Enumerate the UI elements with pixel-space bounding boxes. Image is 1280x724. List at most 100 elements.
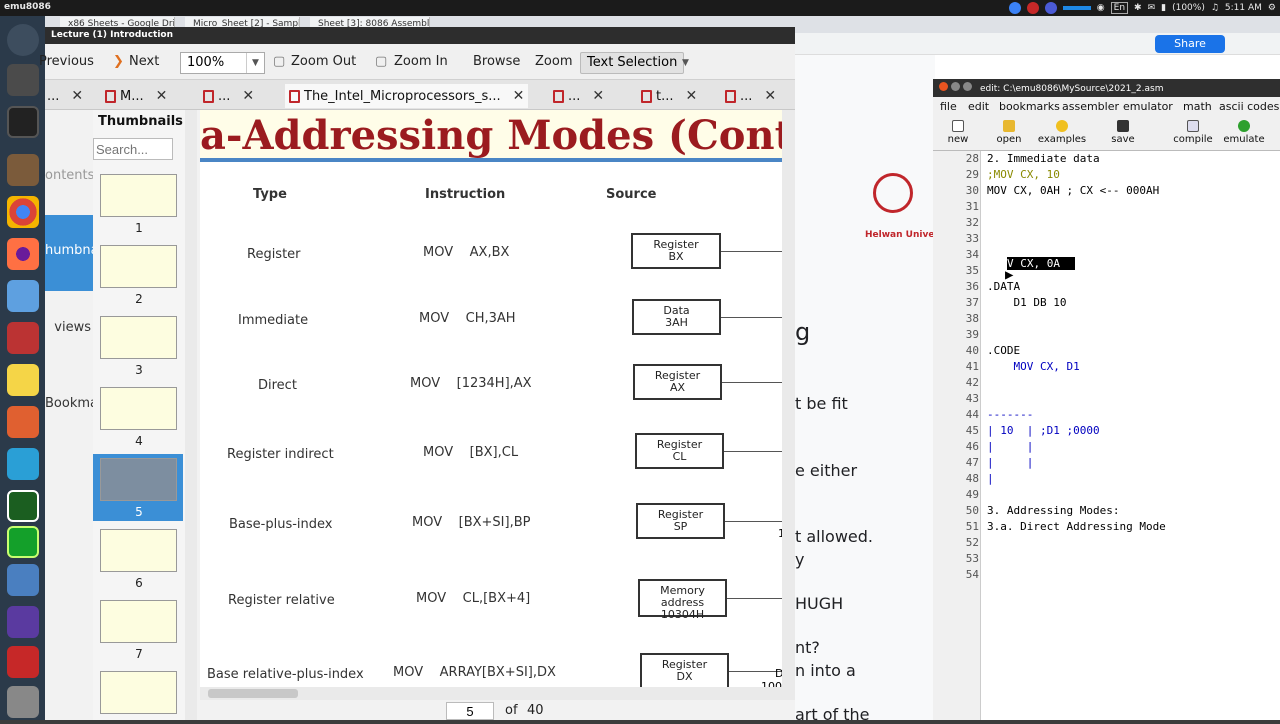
terminal-icon[interactable] (7, 106, 39, 138)
examples-button[interactable]: examples (1034, 120, 1090, 145)
code-line[interactable]: ------- (987, 408, 1033, 421)
close-icon[interactable]: ✕ (156, 88, 168, 104)
volume-icon[interactable]: ♫ (1211, 3, 1219, 13)
open-button[interactable]: open (984, 120, 1034, 145)
bluetooth-icon[interactable]: ✱ (1134, 3, 1142, 13)
wifi-icon[interactable]: ◉ (1097, 3, 1105, 13)
pdf-tab[interactable]: M... ✕ (105, 84, 167, 108)
software-icon[interactable] (7, 280, 39, 312)
tray-icon[interactable] (1026, 2, 1039, 14)
close-icon[interactable]: ✕ (513, 88, 525, 104)
page-horizontal-scrollbar[interactable] (200, 687, 782, 700)
battery-icon[interactable]: ▮ (1161, 3, 1166, 13)
thumbnails-scrollbar[interactable] (185, 110, 197, 720)
archive-icon[interactable] (7, 154, 39, 186)
compile-button[interactable]: compile (1168, 120, 1218, 145)
code-editor[interactable]: 28 29 30 31 32 33 34 35 36 37 38 39 40 41 42 43 44 45 46 47… (933, 151, 1280, 720)
mail-icon[interactable]: ✉ (1148, 3, 1156, 13)
app-icon[interactable] (7, 564, 39, 596)
menu-bookmarks[interactable]: bookmarks (999, 100, 1060, 113)
pdf-tab-active[interactable]: The_Intel_Microprocessors_s... ✕ (285, 84, 529, 108)
text-editor-icon[interactable] (7, 364, 39, 396)
page-thumbnail-selected[interactable] (100, 458, 177, 501)
settings-icon[interactable] (7, 322, 39, 354)
page-thumbnail[interactable] (100, 245, 177, 288)
thumbnail-search-input[interactable] (93, 138, 173, 160)
scrollbar-thumb[interactable] (208, 689, 298, 698)
code-line[interactable]: | (987, 472, 994, 485)
matlab-icon[interactable] (7, 406, 39, 438)
zoom-tool[interactable]: Zoom (535, 52, 572, 72)
language-indicator[interactable]: En (1110, 2, 1129, 14)
pdf-tab[interactable]: ... ✕ (725, 84, 776, 108)
code-line[interactable]: MOV CX, D1 (987, 360, 1079, 373)
dash-icon[interactable] (7, 24, 39, 56)
code-line[interactable]: 3.a. Direct Addressing Mode (987, 520, 1166, 533)
clock[interactable]: 5:11 AM (1225, 3, 1262, 13)
code-line[interactable]: 2. Immediate data (987, 152, 1100, 165)
close-icon[interactable]: ✕ (71, 88, 83, 104)
text-selection-tool[interactable]: Text Selection (580, 52, 685, 74)
views-tab[interactable]: views (45, 320, 93, 335)
close-icon[interactable] (939, 82, 948, 91)
app-icon[interactable] (7, 646, 39, 678)
close-icon[interactable]: ✕ (764, 88, 776, 104)
emu8086-icon[interactable] (7, 526, 39, 558)
pdf-tab[interactable]: ... ✕ (553, 84, 604, 108)
menu-assembler[interactable]: assembler (1062, 100, 1119, 113)
page-thumbnail[interactable] (100, 387, 177, 430)
page-thumbnail[interactable] (100, 174, 177, 217)
menu-ascii-codes[interactable]: ascii codes (1219, 100, 1279, 113)
bookmarks-tab[interactable]: Bookmarks (45, 396, 93, 411)
close-icon[interactable]: ✕ (686, 88, 698, 104)
close-icon[interactable]: ✕ (242, 88, 254, 104)
code-line[interactable]: | 10 | ;D1 ;0000 (987, 424, 1100, 437)
zoom-select[interactable]: 100% ▼ (180, 52, 265, 74)
code-line[interactable]: | | (987, 440, 1033, 453)
minimize-icon[interactable] (951, 82, 960, 91)
page-thumbnail[interactable] (100, 529, 177, 572)
menu-emulator[interactable]: emulator (1123, 100, 1173, 113)
app-icon[interactable] (7, 490, 39, 522)
page-thumbnail[interactable] (100, 600, 177, 643)
new-button[interactable]: new (933, 120, 983, 145)
page-number-input[interactable] (446, 702, 494, 720)
firefox-icon[interactable] (7, 238, 39, 270)
code-line[interactable]: .DATA (987, 280, 1020, 293)
volume-indicator[interactable] (1062, 6, 1091, 10)
code-line[interactable]: D1 DB 10 (987, 296, 1066, 309)
chevron-down-icon[interactable]: ▼ (246, 53, 264, 73)
next-button[interactable]: Next (129, 52, 159, 72)
page-thumbnail[interactable] (100, 316, 177, 359)
files-icon[interactable] (7, 64, 39, 96)
app-icon[interactable] (7, 448, 39, 480)
code-line[interactable]: .CODE (987, 344, 1020, 357)
page-thumbnail[interactable] (100, 671, 177, 714)
trash-icon[interactable] (7, 686, 39, 718)
code-line[interactable]: ;MOV CX, 10 (987, 168, 1060, 181)
pdf-tab[interactable]: ... ✕ (203, 84, 254, 108)
emulate-button[interactable]: emulate (1219, 120, 1269, 145)
contents-tab[interactable]: ontents (45, 168, 93, 183)
menu-math[interactable]: math (1183, 100, 1212, 113)
app-icon[interactable] (7, 606, 39, 638)
pdf-tab[interactable]: t... ✕ (641, 84, 697, 108)
settings-gear-icon[interactable]: ⚙ (1268, 3, 1276, 13)
tray-icon[interactable] (1044, 2, 1057, 14)
zoom-out-button[interactable]: Zoom Out (291, 52, 356, 72)
zoom-in-icon[interactable]: ▢ (375, 52, 387, 72)
browse-tool[interactable]: Browse (473, 52, 520, 72)
zoom-out-icon[interactable]: ▢ (273, 52, 285, 72)
pdf-tab[interactable]: ... ✕ (47, 84, 83, 108)
chevron-down-icon[interactable]: ▼ (682, 53, 689, 73)
page-vertical-scrollbar[interactable] (782, 110, 795, 700)
chrome-icon[interactable] (7, 196, 39, 228)
code-line[interactable]: | | (987, 456, 1033, 469)
share-button[interactable]: Share (1155, 35, 1225, 53)
code-line[interactable]: 3. Addressing Modes: (987, 504, 1119, 517)
tray-icon[interactable] (1008, 2, 1021, 14)
previous-button[interactable]: Previous (39, 52, 94, 72)
close-icon[interactable]: ✕ (592, 88, 604, 104)
maximize-icon[interactable] (963, 82, 972, 91)
menu-file[interactable]: file (940, 100, 957, 113)
